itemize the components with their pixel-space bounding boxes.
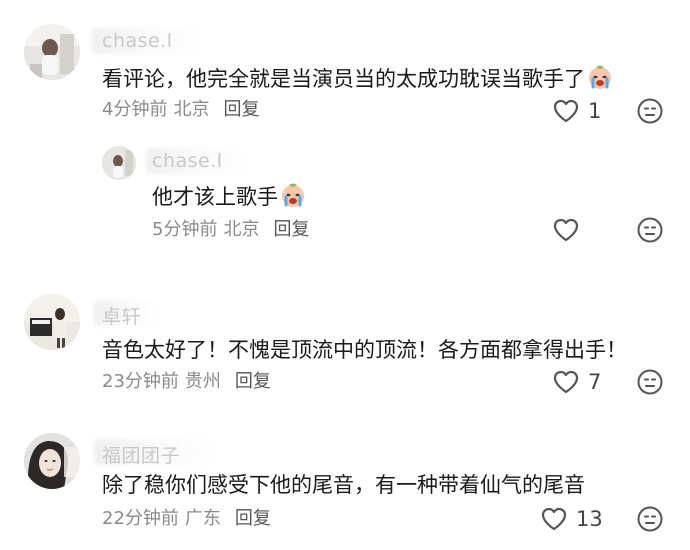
reply-button[interactable]: 回复: [235, 508, 271, 529]
comment-location: 北京: [173, 99, 210, 120]
like-button[interactable]: 1: [552, 98, 601, 124]
like-count: 1: [588, 99, 602, 123]
like-button[interactable]: 13: [540, 506, 603, 532]
comment-text: 看评论，他完全就是当演员当的太成功耽误当歌手了: [102, 64, 613, 93]
username[interactable]: 卓轩: [102, 302, 141, 329]
comment-time: 23分钟前: [102, 371, 179, 392]
neutral-face-icon: [637, 217, 663, 243]
reply-button[interactable]: 回复: [273, 219, 309, 240]
username[interactable]: chase.l: [152, 150, 223, 172]
comment-meta: 22分钟前 广东 回复: [102, 507, 271, 531]
reply-button[interactable]: 回复: [235, 371, 271, 392]
heart-icon: [541, 507, 567, 531]
comment-time: 5分钟前: [152, 219, 218, 240]
dislike-button[interactable]: [636, 368, 664, 396]
comment-location: 广东: [184, 508, 221, 529]
comment-text-content: 音色太好了！不愧是顶流中的顶流！各方面都拿得出手！: [102, 338, 627, 362]
heart-icon: [553, 370, 579, 394]
comment-meta: 5分钟前 北京 回复: [152, 218, 309, 242]
neutral-face-icon: [637, 506, 663, 532]
dislike-button[interactable]: [636, 505, 664, 533]
reply-button[interactable]: 回复: [223, 99, 259, 120]
comment-text-content: 除了稳你们感受下他的尾音，有一种带着仙气的尾音: [102, 473, 585, 497]
comment-text-content: 看评论，他完全就是当演员当的太成功耽误当歌手了: [102, 67, 585, 91]
comment-location: 贵州: [184, 371, 221, 392]
comment-item: chase.l 看评论，他完全就是当演员当的太成功耽误当歌手了 4分钟前 北京 回复…: [0, 0, 690, 140]
comment-text: 音色太好了！不愧是顶流中的顶流！各方面都拿得出手！: [102, 336, 627, 364]
comment-meta: 23分钟前 贵州 回复: [102, 370, 271, 394]
avatar[interactable]: [24, 433, 80, 489]
comment-location: 北京: [223, 219, 260, 240]
dislike-button[interactable]: [636, 97, 664, 125]
username[interactable]: chase.l: [102, 30, 173, 52]
comment-item: 福团团子 除了稳你们感受下他的尾音，有一种带着仙气的尾音 22分钟前 广东 回复 1…: [0, 415, 690, 550]
comment-time: 4分钟前: [102, 99, 168, 120]
comment-text: 他才该上歌手: [152, 182, 306, 211]
avatar[interactable]: [24, 294, 80, 350]
comment-text-content: 他才该上歌手: [152, 185, 278, 209]
crying-face-icon: [587, 64, 613, 90]
neutral-face-icon: [637, 98, 663, 124]
heart-icon: [553, 218, 579, 242]
like-count: 7: [588, 370, 602, 394]
username[interactable]: 福团团子: [102, 441, 180, 468]
neutral-face-icon: [637, 369, 663, 395]
heart-icon: [553, 99, 579, 123]
crying-face-icon: [280, 182, 306, 208]
comment-item: 卓轩 音色太好了！不愧是顶流中的顶流！各方面都拿得出手！ 23分钟前 贵州 回复 7: [0, 280, 690, 415]
comment-time: 22分钟前: [102, 508, 179, 529]
avatar[interactable]: [24, 24, 80, 80]
comment-text: 除了稳你们感受下他的尾音，有一种带着仙气的尾音: [102, 471, 585, 499]
like-button[interactable]: [552, 217, 580, 243]
avatar[interactable]: [102, 146, 136, 180]
like-count: 13: [576, 507, 603, 531]
reply-item: chase.l 他才该上歌手 5分钟前 北京 回复: [0, 140, 690, 260]
dislike-button[interactable]: [636, 216, 664, 244]
like-button[interactable]: 7: [552, 369, 601, 395]
comment-meta: 4分钟前 北京 回复: [102, 98, 259, 122]
